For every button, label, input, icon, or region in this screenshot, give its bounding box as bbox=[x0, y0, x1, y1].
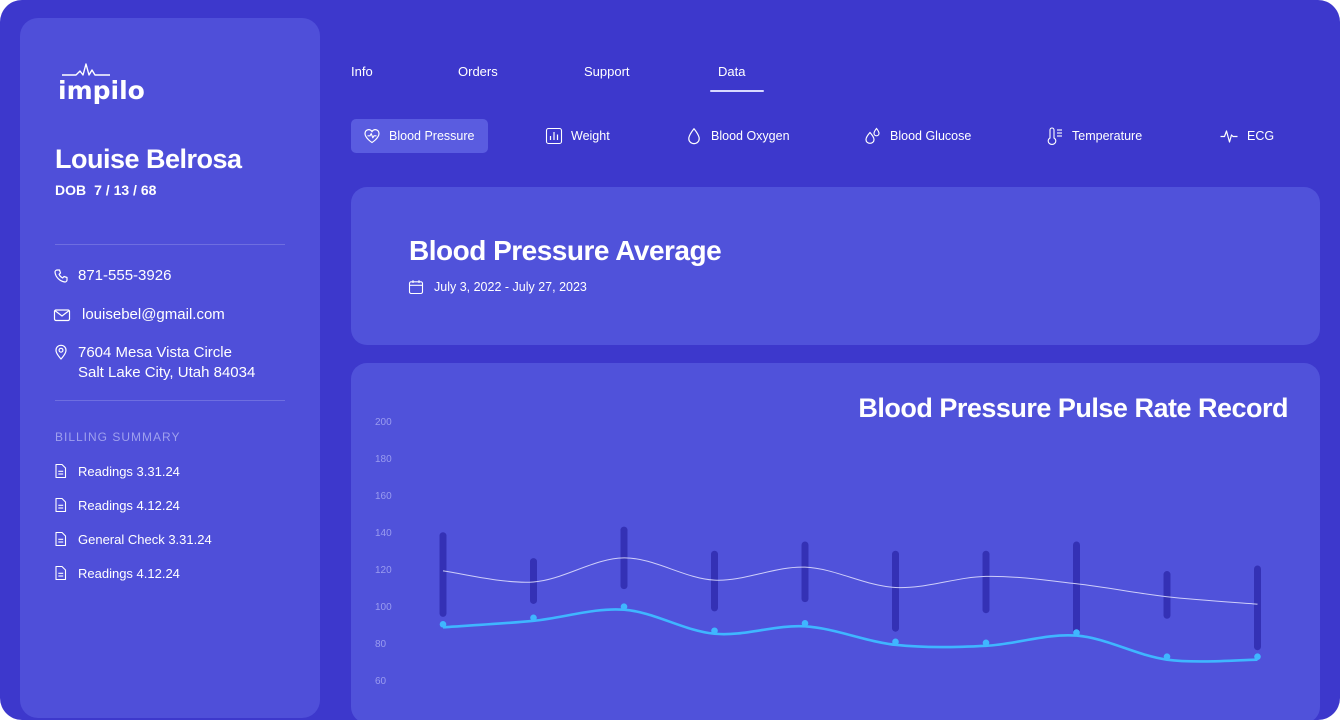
dob-value: 7 / 13 / 68 bbox=[94, 182, 157, 198]
billing-summary-title: BILLING SUMMARY bbox=[55, 430, 181, 444]
bar-chart-icon bbox=[545, 127, 563, 145]
pulse-point bbox=[620, 603, 628, 610]
pulse-point bbox=[530, 614, 537, 622]
pulse-rate-chart-card: 200 180 160 140 120 100 80 60 Blood Pressure Pu… bbox=[351, 363, 1320, 720]
date-range-text: July 3, 2022 - July 27, 2023 bbox=[434, 280, 587, 294]
phone-icon bbox=[54, 269, 68, 283]
pulse-point bbox=[1254, 653, 1261, 660]
pulse-line bbox=[442, 608, 1258, 663]
sidebar-divider bbox=[55, 244, 285, 245]
tab-info[interactable]: Info bbox=[351, 64, 373, 79]
billing-item-label: Readings 4.12.24 bbox=[78, 565, 180, 581]
app-frame: impilo Louise Belrosa DOB 7 / 13 / 68 871… bbox=[0, 0, 1340, 720]
billing-item[interactable]: Readings 4.12.24 bbox=[53, 565, 180, 581]
date-range-picker[interactable]: July 3, 2022 - July 27, 2023 bbox=[408, 279, 587, 295]
sidebar-divider bbox=[55, 400, 285, 401]
heart-pulse-icon bbox=[364, 128, 380, 144]
billing-item-label: Readings 4.12.24 bbox=[78, 497, 180, 513]
calendar-icon bbox=[408, 280, 424, 295]
y-tick-label: 200 bbox=[375, 417, 392, 428]
metric-tab-ecg[interactable]: ECG bbox=[1219, 119, 1274, 153]
document-icon bbox=[55, 463, 67, 479]
patient-name: Louise Belrosa bbox=[55, 144, 242, 174]
pulse-point bbox=[801, 620, 809, 627]
bp-average-title: Blood Pressure Average bbox=[409, 235, 722, 266]
dob-label: DOB bbox=[55, 182, 87, 198]
bp-average-card: Blood Pressure Average July 3, 2022 - Ju… bbox=[351, 187, 1320, 345]
average-line bbox=[442, 557, 1258, 605]
billing-item[interactable]: General Check 3.31.24 bbox=[53, 531, 212, 547]
metric-tab-label: Blood Pressure bbox=[389, 129, 475, 143]
email-address: louisebel@gmail.com bbox=[82, 306, 225, 323]
tab-orders[interactable]: Orders bbox=[458, 64, 498, 79]
metric-tab-blood-pressure[interactable]: Blood Pressure bbox=[351, 119, 489, 153]
contact-phone[interactable]: 871-555-3926 bbox=[53, 267, 171, 284]
y-tick-label: 80 bbox=[375, 639, 387, 650]
phone-number: 871-555-3926 bbox=[78, 267, 172, 284]
y-tick-label: 100 bbox=[375, 602, 392, 613]
billing-item-label: Readings 3.31.24 bbox=[78, 463, 180, 479]
metric-tab-blood-glucose[interactable]: Blood Glucose bbox=[864, 119, 971, 153]
tab-data[interactable]: Data bbox=[718, 64, 745, 79]
billing-item-label: General Check 3.31.24 bbox=[78, 531, 212, 547]
pulse-point bbox=[711, 627, 718, 635]
y-tick-label: 120 bbox=[375, 565, 392, 576]
chart-title: Blood Pressure Pulse Rate Record bbox=[858, 393, 1288, 423]
mail-icon bbox=[53, 309, 71, 322]
document-icon bbox=[55, 531, 67, 547]
y-tick-label: 60 bbox=[375, 676, 387, 687]
pulse-point bbox=[1163, 653, 1171, 660]
billing-item[interactable]: Readings 4.12.24 bbox=[53, 497, 180, 513]
address-line-1: 7604 Mesa Vista Circle bbox=[78, 344, 232, 361]
pulse-point bbox=[982, 639, 990, 647]
droplets-icon bbox=[865, 127, 880, 144]
logo-text: impilo bbox=[58, 76, 145, 105]
metric-tab-label: ECG bbox=[1247, 129, 1275, 143]
tab-support[interactable]: Support bbox=[584, 64, 630, 79]
pulse-point bbox=[892, 638, 899, 646]
metric-tab-label: Weight bbox=[571, 129, 610, 143]
billing-item[interactable]: Readings 3.31.24 bbox=[53, 463, 180, 479]
pulse-point bbox=[1073, 629, 1080, 636]
metric-tab-label: Blood Oxygen bbox=[711, 129, 790, 143]
y-tick-label: 180 bbox=[375, 454, 392, 465]
thermometer-icon bbox=[1047, 127, 1062, 145]
ecg-icon bbox=[1220, 130, 1238, 143]
patient-dob: DOB 7 / 13 / 68 bbox=[55, 182, 156, 198]
metric-tab-label: Blood Glucose bbox=[890, 129, 972, 143]
address: 7604 Mesa Vista Circle Salt Lake City, U… bbox=[78, 343, 255, 383]
document-icon bbox=[55, 565, 67, 581]
pulse-point bbox=[439, 620, 447, 628]
address-line-2: Salt Lake City, Utah 84034 bbox=[78, 364, 256, 381]
droplet-icon bbox=[688, 127, 700, 145]
y-tick-label: 160 bbox=[375, 491, 392, 502]
active-tab-indicator bbox=[710, 90, 764, 92]
sidebar: impilo Louise Belrosa DOB 7 / 13 / 68 871… bbox=[20, 18, 320, 718]
metric-tab-temperature[interactable]: Temperature bbox=[1046, 119, 1142, 153]
document-icon bbox=[55, 497, 67, 513]
app-logo[interactable]: impilo bbox=[58, 62, 148, 105]
metric-tab-label: Temperature bbox=[1072, 129, 1143, 143]
location-pin-icon bbox=[55, 344, 67, 360]
metric-tab-weight[interactable]: Weight bbox=[545, 119, 610, 153]
contact-email[interactable]: louisebel@gmail.com bbox=[53, 306, 225, 323]
contact-address: 7604 Mesa Vista Circle Salt Lake City, U… bbox=[53, 343, 255, 383]
y-tick-label: 140 bbox=[375, 528, 392, 539]
metric-tab-blood-oxygen[interactable]: Blood Oxygen bbox=[685, 119, 790, 153]
